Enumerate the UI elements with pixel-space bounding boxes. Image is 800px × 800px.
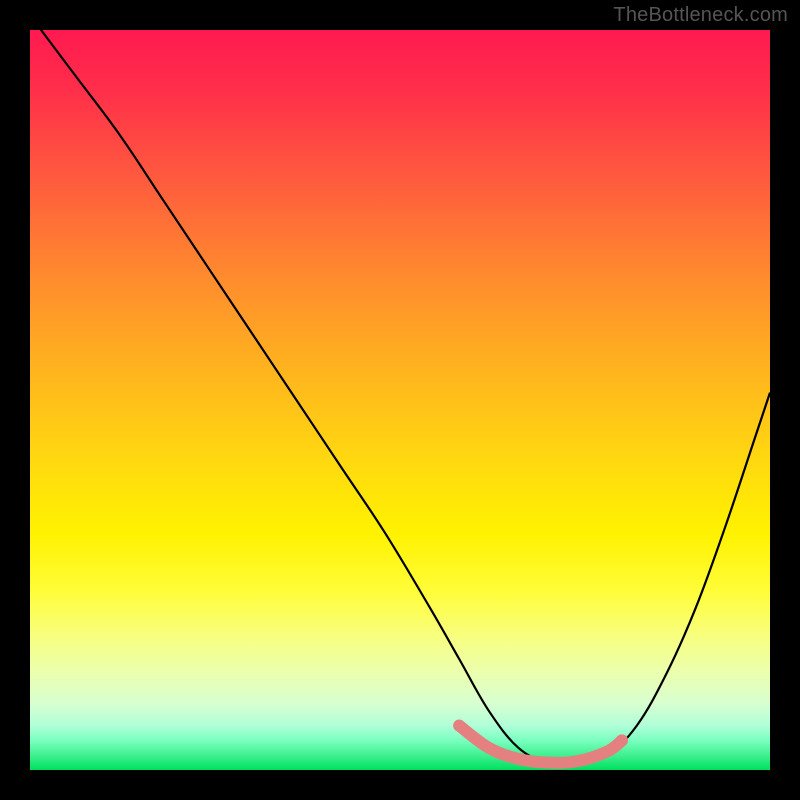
watermark-text: TheBottleneck.com: [613, 4, 788, 27]
marker-band: [459, 726, 622, 763]
chart-area: [30, 30, 770, 770]
marker-dot-end: [616, 734, 628, 746]
chart-svg: [30, 30, 770, 770]
main-curve: [30, 30, 770, 764]
marker-dot-start: [453, 720, 465, 732]
